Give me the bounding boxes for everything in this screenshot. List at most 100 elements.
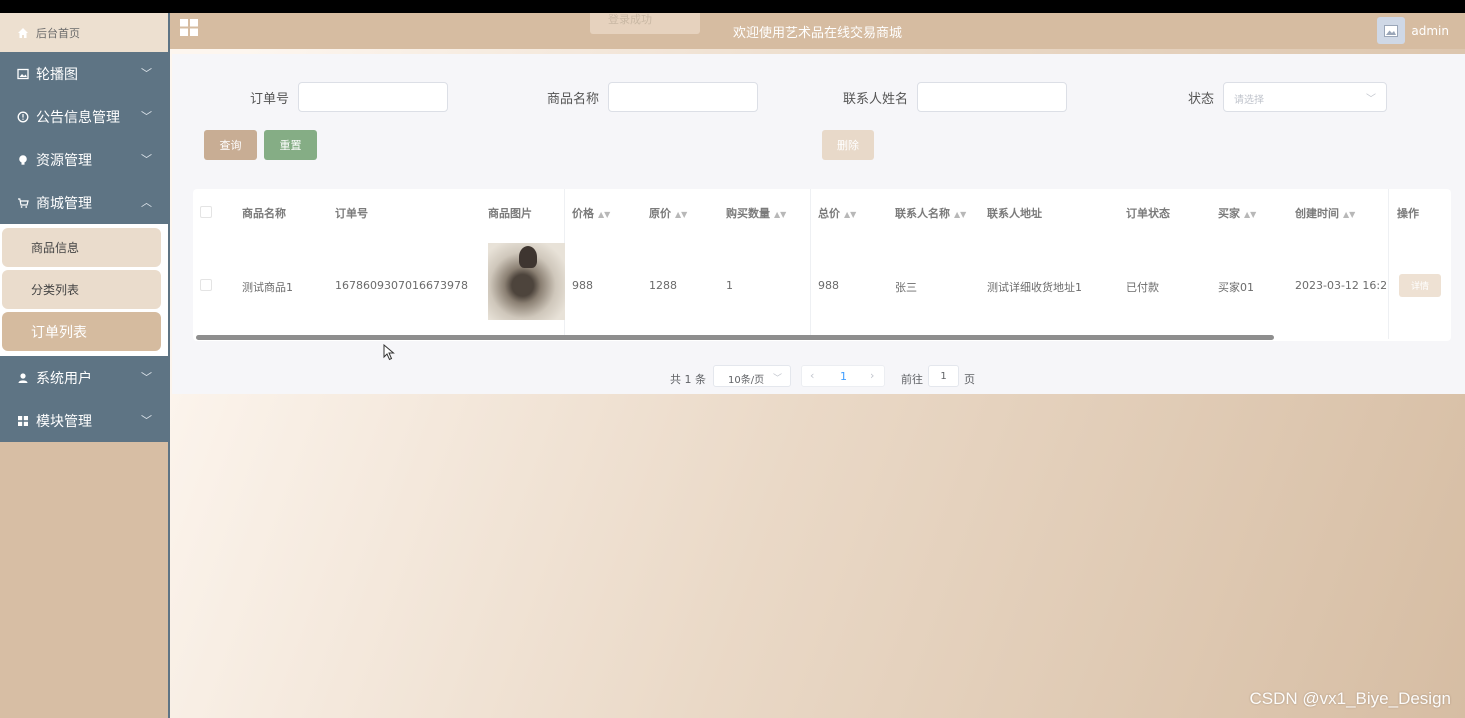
header: 登录成功 欢迎使用艺术品在线交易商城 admin bbox=[170, 13, 1465, 49]
cart-icon bbox=[16, 196, 30, 210]
status-field: 状态 请选择 ﹀ bbox=[1188, 82, 1388, 112]
sort-icon[interactable]: ▲▼ bbox=[675, 210, 687, 219]
product-name-label: 商品名称 bbox=[547, 91, 600, 107]
contact-name-field: 联系人姓名 bbox=[843, 82, 1068, 112]
column-header: 商品图片 bbox=[488, 207, 532, 220]
product-name-field: 商品名称 bbox=[547, 82, 759, 112]
sidebar-item-notice[interactable]: 公告信息管理 ﹀ bbox=[0, 95, 168, 138]
user-menu[interactable]: admin bbox=[1377, 17, 1449, 44]
avatar[interactable] bbox=[1377, 17, 1406, 44]
order-no-field: 订单号 bbox=[250, 82, 449, 112]
bulb-icon bbox=[16, 153, 30, 167]
chevron-down-icon: ﹀ bbox=[1366, 94, 1377, 105]
sidebar-item-order-list[interactable]: 订单列表 bbox=[2, 312, 161, 351]
column-header-label: 价格 bbox=[572, 207, 594, 220]
column-header-sortable[interactable]: 价格 ▲▼ bbox=[572, 205, 610, 221]
sidebar-item-mall[interactable]: 商城管理 ︿ bbox=[0, 181, 168, 224]
info-icon bbox=[16, 110, 30, 124]
sort-icon[interactable]: ▲▼ bbox=[774, 210, 786, 219]
pagination: 共 1 条 10条/页 ﹀ ‹ 1 › 前往 1 页 bbox=[172, 365, 1465, 389]
grid-icon bbox=[16, 414, 30, 428]
column-header-label: 联系人名称 bbox=[895, 207, 950, 220]
cell-created-at: 2023-03-12 16:21:4 bbox=[1295, 279, 1387, 292]
goto-label: 前往 bbox=[901, 373, 923, 386]
column-header-sortable[interactable]: 联系人名称 ▲▼ bbox=[895, 205, 966, 221]
sort-icon[interactable]: ▲▼ bbox=[844, 210, 856, 219]
column-header-sortable[interactable]: 创建时间 ▲▼ bbox=[1295, 205, 1355, 221]
product-name-input[interactable] bbox=[608, 82, 759, 112]
status-label: 状态 bbox=[1188, 91, 1215, 107]
sidebar-group-label: 系统用户 bbox=[36, 370, 92, 387]
column-header-sortable[interactable]: 总价 ▲▼ bbox=[818, 205, 856, 221]
current-page[interactable]: 1 bbox=[840, 370, 847, 383]
page-size-select[interactable]: 10条/页 ﹀ bbox=[713, 365, 791, 387]
chevron-down-icon: ﹀ bbox=[772, 374, 782, 384]
sidebar: 后台首页 轮播图 ﹀ 公告信息管理 ﹀ 资源管理 ﹀ 商城管理 ︿ 商品信息 分… bbox=[0, 13, 170, 718]
sidebar-home-label: 后台首页 bbox=[36, 26, 80, 40]
reset-button[interactable]: 重置 bbox=[264, 130, 317, 160]
column-header-label: 原价 bbox=[649, 207, 671, 220]
cell-order-no: 1678609307016673978 bbox=[335, 279, 468, 292]
sort-icon[interactable]: ▲▼ bbox=[1343, 210, 1355, 219]
contact-name-label: 联系人姓名 bbox=[843, 91, 909, 107]
sort-icon[interactable]: ▲▼ bbox=[598, 210, 610, 219]
cell-buyer: 买家01 bbox=[1218, 281, 1254, 294]
sidebar-item-category-list[interactable]: 分类列表 bbox=[2, 270, 161, 309]
chevron-down-icon: ﹀ bbox=[141, 67, 152, 80]
order-no-label: 订单号 bbox=[250, 91, 290, 107]
column-header: 操作 bbox=[1397, 207, 1419, 220]
sidebar-group-label: 资源管理 bbox=[36, 152, 92, 169]
next-page-icon[interactable]: › bbox=[870, 369, 874, 382]
orders-table: 商品名称 订单号 商品图片 价格 ▲▼ 原价 ▲▼ 购买数量 ▲▼ 总价 ▲▼ 联系人名… bbox=[193, 189, 1451, 341]
mouse-cursor-icon bbox=[383, 343, 395, 364]
column-header-sortable[interactable]: 买家 ▲▼ bbox=[1218, 205, 1256, 221]
app-window: 后台首页 轮播图 ﹀ 公告信息管理 ﹀ 资源管理 ﹀ 商城管理 ︿ 商品信息 分… bbox=[0, 13, 1465, 718]
page-title: 欢迎使用艺术品在线交易商城 bbox=[732, 26, 902, 41]
sidebar-item-modules[interactable]: 模块管理 ﹀ bbox=[0, 399, 168, 442]
sidebar-group-label: 轮播图 bbox=[36, 66, 78, 83]
cell-status: 已付款 bbox=[1126, 281, 1159, 294]
sidebar-group-label: 商城管理 bbox=[36, 195, 92, 212]
cell-contact-address: 测试详细收货地址1 bbox=[987, 281, 1082, 294]
sidebar-sub-label: 商品信息 bbox=[31, 241, 80, 255]
sidebar-item-system-users[interactable]: 系统用户 ﹀ bbox=[0, 356, 168, 399]
column-header-sortable[interactable]: 购买数量 ▲▼ bbox=[726, 205, 786, 221]
column-header-label: 创建时间 bbox=[1295, 207, 1339, 220]
chevron-down-icon: ﹀ bbox=[141, 110, 152, 123]
mall-submenu: 商品信息 分类列表 订单列表 bbox=[0, 224, 168, 356]
sidebar-item-resources[interactable]: 资源管理 ﹀ bbox=[0, 138, 168, 181]
order-no-input[interactable] bbox=[298, 82, 449, 112]
column-divider bbox=[1388, 189, 1389, 339]
pagination-total: 共 1 条 bbox=[670, 373, 706, 386]
chevron-down-icon: ﹀ bbox=[141, 414, 152, 427]
goto-page-input[interactable]: 1 bbox=[928, 365, 959, 387]
sidebar-sub-label: 订单列表 bbox=[31, 324, 87, 341]
column-divider bbox=[810, 189, 811, 339]
prev-page-icon[interactable]: ‹ bbox=[810, 369, 814, 382]
cell-price: 988 bbox=[572, 279, 593, 292]
status-select[interactable]: 请选择 ﹀ bbox=[1223, 82, 1388, 112]
row-checkbox[interactable] bbox=[200, 279, 212, 291]
column-header: 商品名称 bbox=[242, 207, 286, 220]
sort-icon[interactable]: ▲▼ bbox=[1244, 210, 1256, 219]
sort-icon[interactable]: ▲▼ bbox=[954, 210, 966, 219]
cell-original-price: 1288 bbox=[649, 279, 677, 292]
detail-button[interactable]: 详情 bbox=[1399, 274, 1441, 297]
sidebar-item-product-info[interactable]: 商品信息 bbox=[2, 228, 161, 267]
cell-contact-name: 张三 bbox=[895, 281, 917, 294]
page-size-value: 10条/页 bbox=[728, 375, 765, 386]
column-header-sortable[interactable]: 原价 ▲▼ bbox=[649, 205, 687, 221]
column-header-label: 买家 bbox=[1218, 207, 1240, 220]
column-header: 订单状态 bbox=[1126, 207, 1170, 220]
delete-button[interactable]: 删除 bbox=[822, 130, 874, 160]
column-header: 订单号 bbox=[335, 207, 368, 220]
column-header: 联系人地址 bbox=[987, 207, 1042, 220]
horizontal-scrollbar[interactable] bbox=[196, 335, 1274, 340]
column-header-label: 购买数量 bbox=[726, 207, 770, 220]
sidebar-item-carousel[interactable]: 轮播图 ﹀ bbox=[0, 52, 168, 95]
select-all-checkbox[interactable] bbox=[200, 206, 212, 218]
query-button[interactable]: 查询 bbox=[204, 130, 257, 160]
contact-name-input[interactable] bbox=[917, 82, 1068, 112]
sidebar-item-home[interactable]: 后台首页 bbox=[0, 13, 168, 52]
username: admin bbox=[1411, 23, 1449, 38]
